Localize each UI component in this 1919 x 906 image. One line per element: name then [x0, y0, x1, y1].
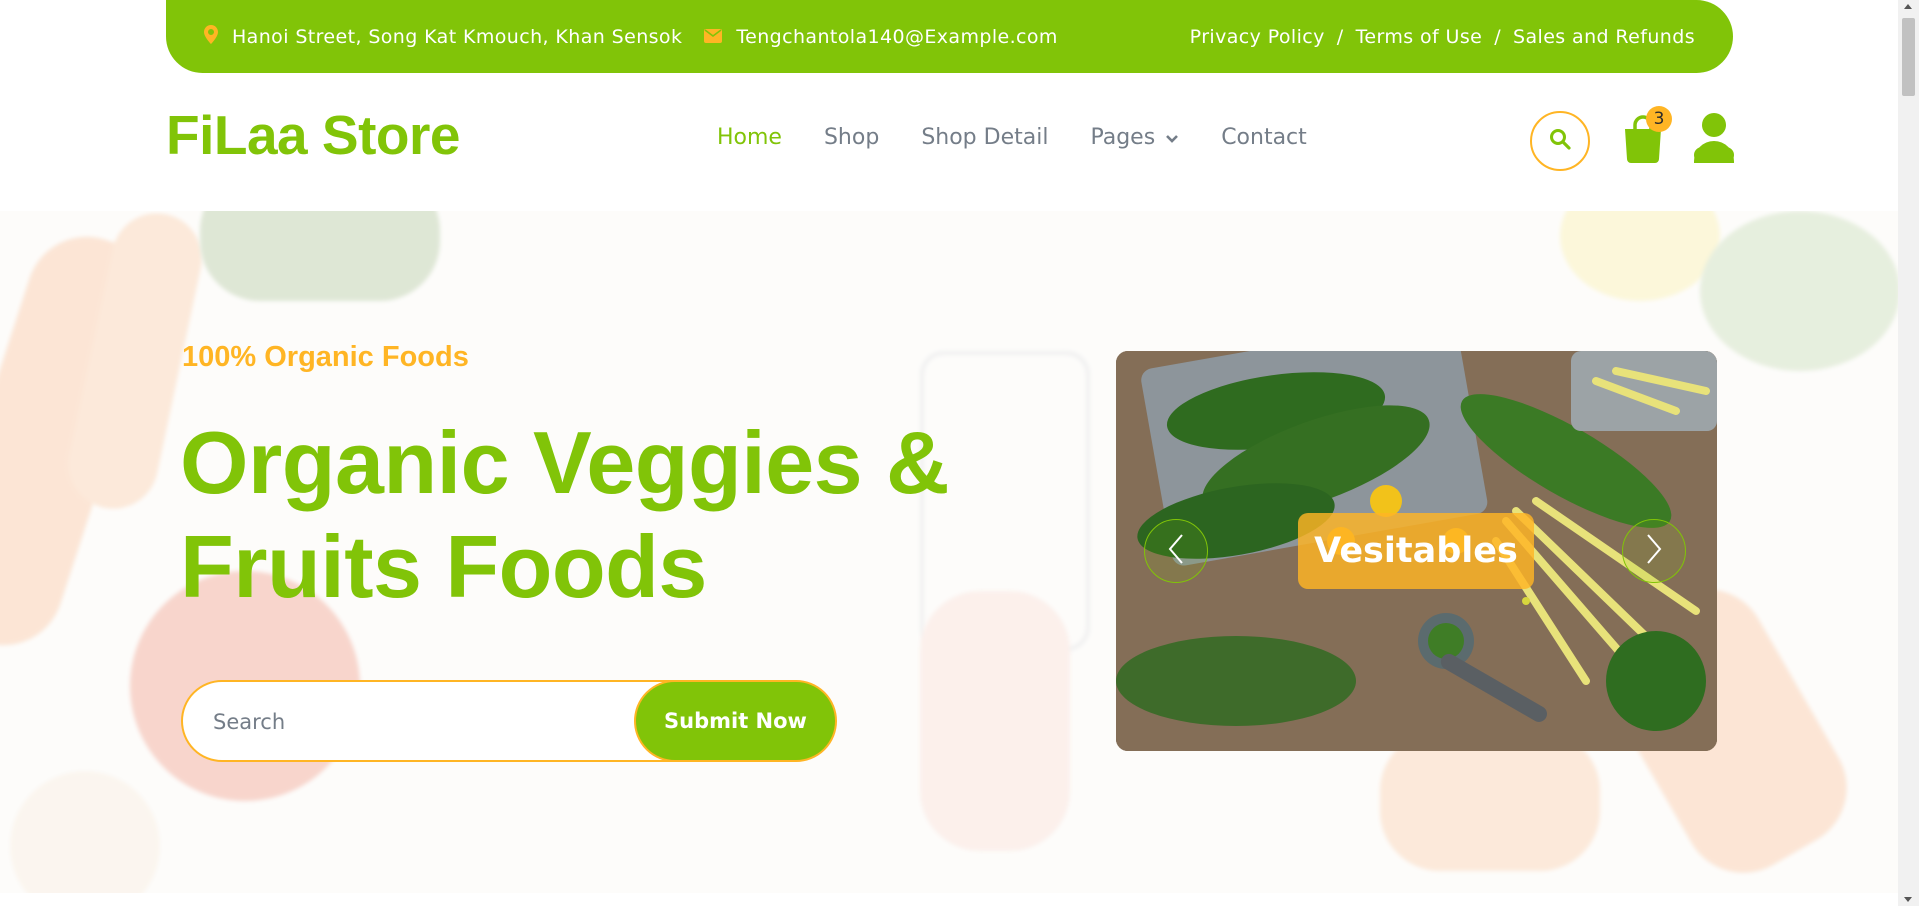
link-separator: / [1494, 25, 1502, 48]
scrollbar-thumb[interactable] [1902, 18, 1915, 96]
chevron-left-icon [1166, 532, 1186, 570]
nav-item-contact[interactable]: Contact [1221, 125, 1307, 150]
cart-count-badge: 3 [1646, 106, 1672, 132]
navbar: FiLaa Store Home Shop Shop Detail Pages … [0, 73, 1898, 211]
nav-item-home[interactable]: Home [717, 125, 782, 150]
email-info: Tengchantola140@Example.com [704, 26, 1057, 48]
topbar-contact: Hanoi Street, Song Kat Kmouch, Khan Sens… [204, 24, 1080, 49]
main-nav: Home Shop Shop Detail Pages Contact [717, 125, 1349, 150]
email-text[interactable]: Tengchantola140@Example.com [736, 26, 1057, 48]
chevron-down-icon [1155, 125, 1179, 150]
hero-title-line-2: Fruits Foods [180, 517, 707, 616]
hero-subtitle: 100% Organic Foods [182, 341, 469, 373]
hero-search-form: Submit Now [181, 680, 837, 762]
nav-item-shop-detail[interactable]: Shop Detail [921, 125, 1048, 150]
shopping-bag-icon [1622, 115, 1664, 167]
carousel-prev-button[interactable] [1144, 519, 1208, 583]
nav-item-shop[interactable]: Shop [824, 125, 879, 150]
address-info: Hanoi Street, Song Kat Kmouch, Khan Sens… [204, 24, 683, 49]
cart-button[interactable]: 3 [1622, 106, 1672, 163]
hero-title-line-1: Organic Veggies & [180, 413, 950, 512]
user-icon [1692, 113, 1736, 167]
carousel-next-button[interactable] [1622, 519, 1686, 583]
topbar: Hanoi Street, Song Kat Kmouch, Khan Sens… [166, 0, 1733, 73]
user-account-button[interactable] [1692, 113, 1736, 163]
nav-item-pages-label: Pages [1090, 125, 1156, 150]
sales-and-refunds-link[interactable]: Sales and Refunds [1513, 26, 1695, 48]
carousel-slide-label: Vesitables [1298, 513, 1534, 589]
hero-search-input[interactable] [213, 702, 613, 742]
hero-title: Organic Veggies & Fruits Foods [180, 411, 1000, 619]
map-marker-icon [204, 24, 232, 49]
topbar-links: Privacy Policy / Terms of Use / Sales an… [1190, 26, 1695, 48]
address-text: Hanoi Street, Song Kat Kmouch, Khan Sens… [232, 25, 683, 48]
page-bottom [0, 893, 1898, 906]
submit-now-button[interactable]: Submit Now [634, 680, 837, 762]
link-separator: / [1336, 25, 1344, 48]
scroll-up-icon[interactable] [1904, 4, 1912, 9]
terms-of-use-link[interactable]: Terms of Use [1356, 26, 1483, 48]
chevron-right-icon [1644, 532, 1664, 570]
scroll-down-icon[interactable] [1904, 897, 1912, 902]
search-button[interactable] [1530, 111, 1590, 171]
hero-section: 100% Organic Foods Organic Veggies & Fru… [0, 211, 1898, 893]
page-scrollbar[interactable] [1898, 0, 1919, 906]
envelope-icon [704, 26, 736, 48]
nav-item-pages[interactable]: Pages [1090, 125, 1179, 150]
hero-carousel[interactable]: Vesitables [1116, 351, 1717, 751]
brand-logo[interactable]: FiLaa Store [166, 103, 461, 167]
search-icon [1549, 128, 1571, 154]
privacy-policy-link[interactable]: Privacy Policy [1190, 26, 1325, 48]
